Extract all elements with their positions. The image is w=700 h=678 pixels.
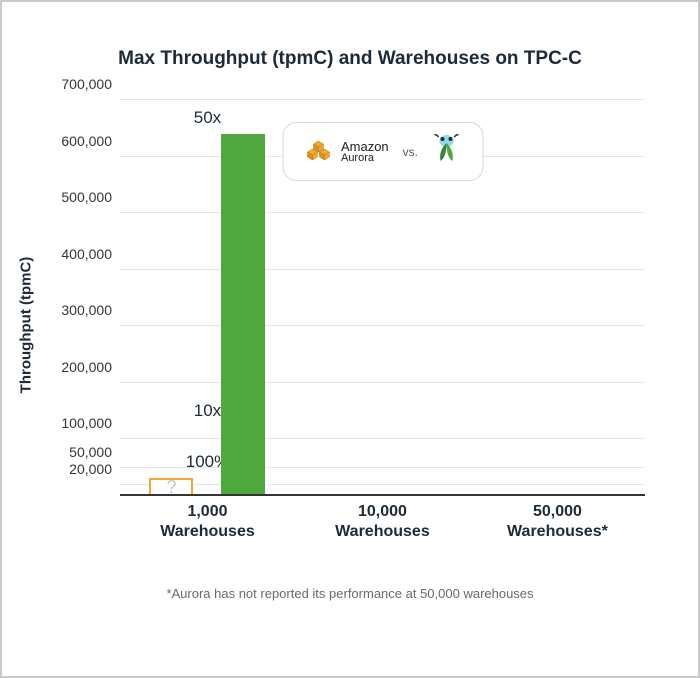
- legend-joiner: vs.: [403, 145, 418, 159]
- ytick: 500,000: [50, 189, 112, 205]
- xtick: 1,000Warehouses: [120, 502, 295, 542]
- chart-area: Throughput (tpmC) 700,000 600,000 500,00…: [30, 100, 670, 550]
- footnote: *Aurora has not reported its performance…: [30, 586, 670, 601]
- group-label: 50x: [194, 108, 221, 128]
- bar-group-50000: 50x ?: [120, 100, 295, 496]
- plot-region: 700,000 600,000 500,000 400,000 300,000 …: [120, 100, 645, 496]
- ytick: 600,000: [50, 133, 112, 149]
- chart-title: Max Throughput (tpmC) and Warehouses on …: [30, 48, 670, 70]
- cockroach-icon: [432, 133, 460, 165]
- cockroach-logo: [432, 133, 460, 170]
- xtick: 50,000Warehouses*: [470, 502, 645, 542]
- aws-cubes-icon: [305, 138, 337, 166]
- ytick: 400,000: [50, 246, 112, 262]
- ytick: 200,000: [50, 359, 112, 375]
- bar-cockroach: [221, 134, 265, 496]
- y-axis-label: Throughput (tpmC): [18, 257, 35, 394]
- ytick: 50,000: [50, 444, 112, 460]
- xtick: 10,000Warehouses: [295, 502, 470, 542]
- ytick: 100,000: [50, 415, 112, 431]
- ytick: 20,000: [50, 461, 112, 477]
- ytick: 700,000: [50, 76, 112, 92]
- ytick: 300,000: [50, 302, 112, 318]
- chart-frame: Max Throughput (tpmC) and Warehouses on …: [0, 0, 700, 678]
- x-axis: 1,000Warehouses 10,000Warehouses 50,000W…: [120, 496, 645, 550]
- aurora-label: AmazonAurora: [341, 140, 389, 164]
- amazon-aurora-logo: AmazonAurora: [305, 138, 389, 166]
- legend: AmazonAurora vs.: [282, 122, 483, 181]
